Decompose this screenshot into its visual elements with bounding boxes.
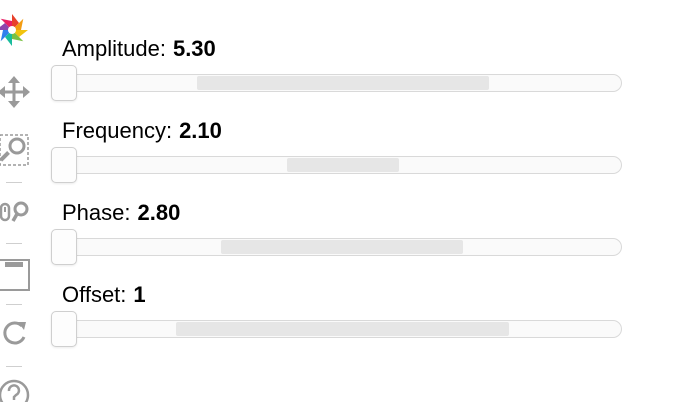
slider-value: 5.30 xyxy=(172,36,216,61)
slider-label-text: Amplitude: xyxy=(62,36,166,61)
slider-label: Frequency: 2.10 xyxy=(62,118,222,144)
slider-handle[interactable] xyxy=(51,147,77,183)
widget-panel: Amplitude: 5.30 Frequency: 2.10 Phase: 2.80… xyxy=(0,0,674,402)
plot-toolbar xyxy=(0,0,40,402)
slider-range-highlight xyxy=(197,76,489,90)
box-zoom-icon[interactable] xyxy=(0,132,32,168)
slider-range-highlight xyxy=(287,158,399,172)
slider-label: Phase: 2.80 xyxy=(62,200,180,226)
save-icon[interactable] xyxy=(0,256,32,292)
slider-handle[interactable] xyxy=(51,229,77,265)
slider-label-text: Phase: xyxy=(62,200,131,225)
slider-label: Offset: 1 xyxy=(62,282,146,308)
wheel-zoom-icon[interactable] xyxy=(0,194,32,230)
slider-track[interactable] xyxy=(51,65,622,101)
slider-value: 1 xyxy=(133,282,146,307)
bokeh-logo-icon[interactable] xyxy=(0,12,30,48)
help-icon[interactable] xyxy=(0,376,32,402)
slider-range-highlight xyxy=(176,322,509,336)
slider-label-text: Frequency: xyxy=(62,118,173,143)
toolbar-divider xyxy=(6,243,22,244)
toolbar-divider xyxy=(6,304,22,305)
toolbar-divider xyxy=(6,182,22,183)
slider-track[interactable] xyxy=(51,147,622,183)
slider-label-text: Offset: xyxy=(62,282,127,307)
slider-track[interactable] xyxy=(51,311,622,347)
slider-label: Amplitude: 5.30 xyxy=(62,36,216,62)
pan-move-icon[interactable] xyxy=(0,74,32,110)
slider-track[interactable] xyxy=(51,229,622,265)
slider-range-highlight xyxy=(221,240,463,254)
slider-handle[interactable] xyxy=(51,65,77,101)
slider-value: 2.80 xyxy=(137,200,181,225)
slider-handle[interactable] xyxy=(51,311,77,347)
slider-value: 2.10 xyxy=(179,118,222,143)
reset-icon[interactable] xyxy=(0,316,32,352)
toolbar-divider xyxy=(6,366,22,367)
